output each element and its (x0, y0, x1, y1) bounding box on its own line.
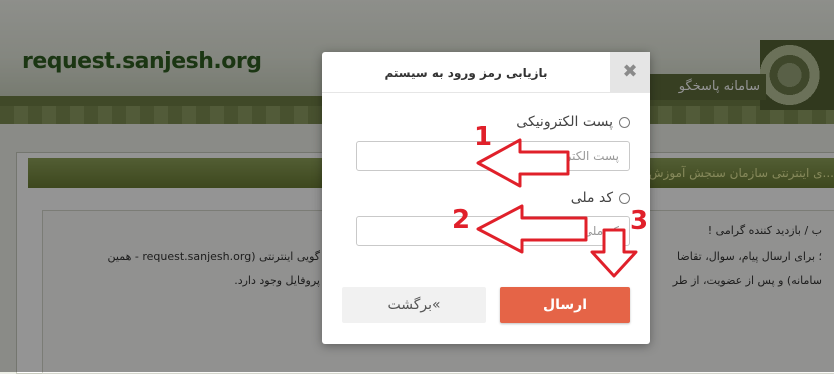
password-recovery-dialog: بازیابی رمز ورود به سیستم ✖ پست الکترونی… (322, 52, 650, 344)
option-national-code[interactable]: کد ملی (571, 188, 630, 208)
close-icon: ✖ (622, 61, 638, 82)
national-code-field[interactable] (356, 216, 630, 246)
radio-email[interactable] (619, 116, 630, 128)
back-button[interactable]: »برگشت (342, 287, 486, 323)
close-button[interactable]: ✖ (610, 52, 650, 92)
annotation-step-1: 1 (474, 122, 493, 152)
dialog-title: بازیابی رمز ورود به سیستم (384, 66, 548, 80)
annotation-step-3: 3 (630, 206, 649, 236)
option-email[interactable]: پست الکترونیکی (516, 112, 630, 132)
send-button[interactable]: ارسال (500, 287, 630, 323)
option-national-code-label: کد ملی (570, 190, 613, 206)
annotation-step-2: 2 (452, 205, 471, 235)
dialog-divider (322, 92, 650, 93)
radio-national-code[interactable] (619, 192, 630, 204)
option-email-label: پست الکترونیکی (516, 114, 613, 130)
email-field[interactable] (356, 141, 630, 171)
